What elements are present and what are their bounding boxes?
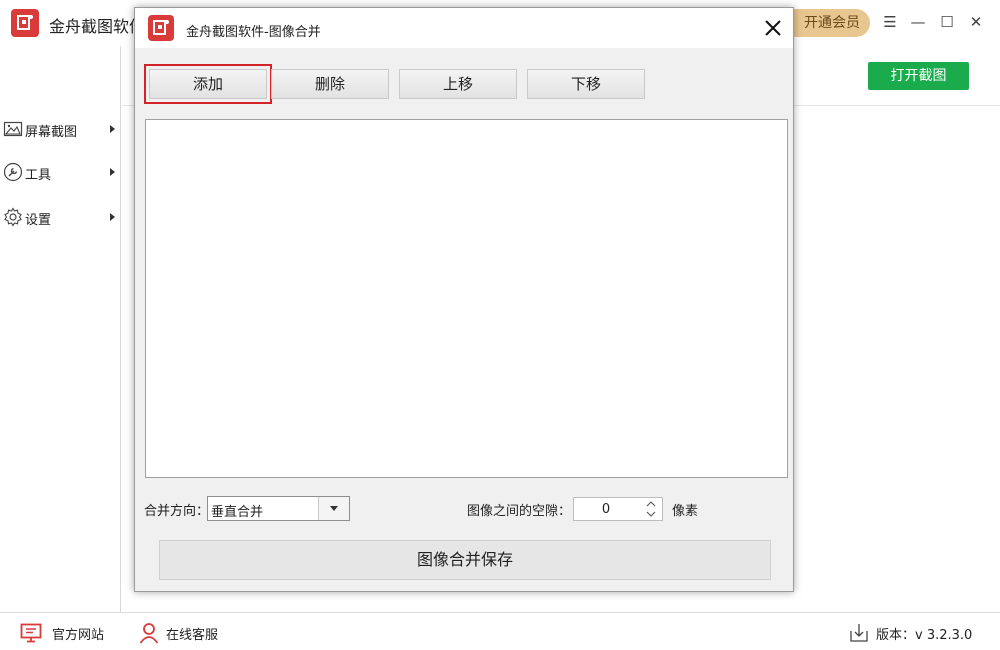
sidebar-item-label: 工具 [25,168,52,183]
wrench-icon [3,162,23,182]
user-icon [139,623,159,644]
open-capture-button[interactable]: 打开截图 [868,62,969,90]
sidebar-item-label: 设置 [25,213,52,228]
chevron-right-icon [110,168,115,176]
merge-save-button[interactable]: 图像合并保存 [159,540,771,580]
merge-direction-value: 垂直合并 [211,505,264,520]
sidebar-item-settings[interactable]: 设置 [0,203,121,231]
dropdown-button[interactable] [318,497,349,520]
sidebar-item-screen-capture[interactable]: 屏幕截图 [0,115,121,143]
dialog-title: 金舟截图软件-图像合并 [186,25,321,40]
image-merge-dialog: 金舟截图软件-图像合并 添加 删除 上移 下移 合并方向： 垂直合并 图像之间的… [134,7,794,592]
image-spacing-unit: 像素 [672,504,699,519]
add-button[interactable]: 添加 [144,64,272,104]
move-down-button[interactable]: 下移 [527,69,645,99]
dialog-titlebar: 金舟截图软件-图像合并 [135,8,793,48]
official-website-link[interactable]: 官方网站 [20,622,115,643]
download-icon [850,624,868,642]
spin-up-icon[interactable] [640,498,662,509]
close-button[interactable]: ✕ [966,12,986,32]
app-logo-icon [11,9,39,37]
app-title: 金舟截图软件 [49,17,146,36]
online-support-link[interactable]: 在线客服 [138,622,233,644]
menu-icon[interactable]: ☰ [880,12,900,32]
image-spacing-field[interactable]: 0 [573,497,663,521]
image-spacing-label: 图像之间的空隙： [467,504,572,519]
chevron-right-icon [110,125,115,133]
sidebar-item-label: 屏幕截图 [25,125,78,140]
online-support-label: 在线客服 [166,628,219,643]
dialog-close-icon[interactable] [762,17,784,39]
move-up-button[interactable]: 上移 [399,69,517,99]
image-spacing-value: 0 [601,502,611,517]
version-text: 版本：v 3.2.3.0 [876,628,973,643]
official-website-label: 官方网站 [52,628,105,643]
dialog-logo-icon [148,15,174,41]
sidebar-item-tools[interactable]: 工具 [0,158,121,186]
monitor-icon [20,623,42,643]
image-list[interactable] [145,119,788,478]
image-icon [3,121,23,137]
merge-direction-label: 合并方向： [144,504,210,519]
merge-direction-select[interactable]: 垂直合并 [207,496,350,521]
statusbar: 官方网站 在线客服 版本：v 3.2.3.0 [0,612,1000,650]
delete-button[interactable]: 删除 [271,69,389,99]
minimize-button[interactable]: — [908,12,928,32]
version-info: 版本：v 3.2.3.0 [848,622,972,643]
chevron-right-icon [110,213,115,221]
gear-icon [4,207,22,227]
vip-button[interactable]: 开通会员 [782,9,870,37]
spin-down-icon[interactable] [640,509,662,520]
maximize-button[interactable]: ☐ [937,12,957,32]
sidebar: 屏幕截图 工具 设置 [0,46,121,612]
chevron-down-icon [330,506,338,511]
